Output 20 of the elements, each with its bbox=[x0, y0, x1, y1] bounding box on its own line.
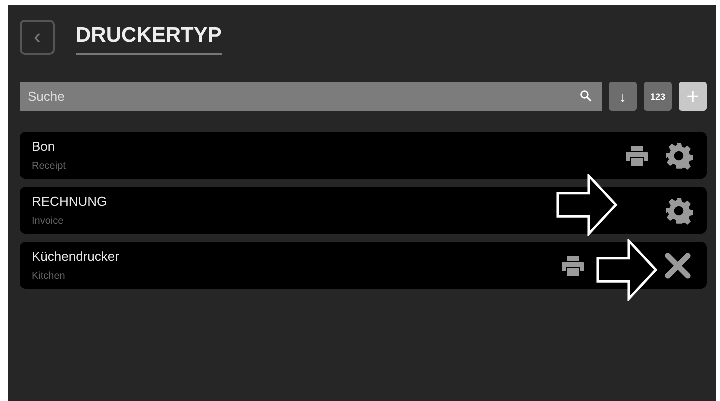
printer-type-name: RECHNUNG bbox=[32, 194, 108, 209]
printer-type-row[interactable]: Küchendrucker Kitchen bbox=[20, 242, 707, 289]
settings-icon[interactable] bbox=[665, 196, 693, 224]
printer-type-name: Küchendrucker bbox=[32, 249, 120, 264]
sort-button[interactable]: ↓ bbox=[609, 82, 637, 111]
printer-type-row[interactable]: RECHNUNG Invoice bbox=[20, 187, 707, 234]
number-button[interactable]: 123 bbox=[644, 82, 672, 111]
printer-icon[interactable] bbox=[561, 254, 585, 276]
printer-type-subtitle: Invoice bbox=[32, 216, 65, 227]
close-icon[interactable] bbox=[663, 250, 693, 280]
search-icon[interactable] bbox=[580, 90, 592, 102]
printer-icon[interactable] bbox=[625, 144, 649, 166]
back-button[interactable]: ‹ bbox=[20, 20, 55, 54]
page-title: DRUCKERTYP bbox=[76, 24, 222, 54]
settings-icon[interactable] bbox=[665, 142, 693, 170]
printer-type-subtitle: Receipt bbox=[32, 161, 67, 172]
printer-type-subtitle: Kitchen bbox=[32, 271, 66, 282]
printer-type-name: Bon bbox=[32, 139, 56, 154]
search-field[interactable]: Suche bbox=[20, 82, 602, 111]
printer-type-row[interactable]: Bon Receipt bbox=[20, 132, 707, 179]
